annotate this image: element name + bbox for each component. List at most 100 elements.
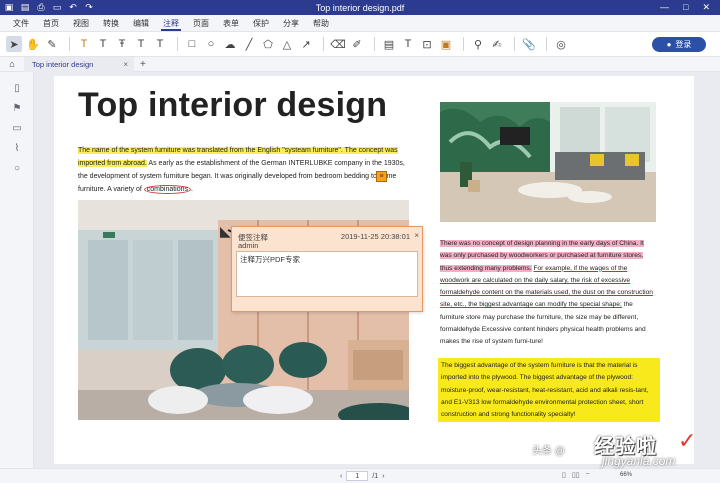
menu-bar: 文件 首页 视图 转换 编辑 注释 页面 表单 保护 分享 帮助: [0, 15, 720, 32]
menu-form[interactable]: 表单: [216, 15, 246, 32]
window-controls: — □ ✕: [660, 2, 720, 13]
polygon-icon[interactable]: ⬠: [260, 36, 276, 52]
note-author: admin: [238, 241, 259, 250]
toolbar-divider: [69, 37, 70, 51]
strikethrough-icon[interactable]: Ŧ: [114, 36, 130, 52]
menu-page[interactable]: 页面: [186, 15, 216, 32]
text-callout-icon[interactable]: ⊡: [419, 36, 435, 52]
login-button[interactable]: ● 登录: [652, 37, 706, 52]
menu-home[interactable]: 首页: [36, 15, 66, 32]
open-icon[interactable]: ▭: [52, 3, 62, 13]
zoom-out-icon[interactable]: −: [586, 471, 590, 479]
line-icon[interactable]: ╱: [241, 36, 257, 52]
stamp-icon[interactable]: ⚲: [470, 36, 486, 52]
sticky-note-popup[interactable]: ◣ 便签注释 admin 2019-11-25 20:38:01 × 注释万兴P…: [220, 223, 423, 312]
menu-comment[interactable]: 注释: [156, 15, 186, 32]
cloud-icon[interactable]: ☁: [222, 36, 238, 52]
redo-icon[interactable]: ↷: [84, 3, 94, 13]
note-date: 2019-11-25 20:38:01: [340, 232, 410, 241]
close-button[interactable]: ✕: [702, 2, 710, 13]
paragraph-1-end: .: [191, 186, 193, 193]
menu-convert[interactable]: 转换: [96, 15, 126, 32]
left-sidebar: ▯ ⚑ ▭ ⌇ ○: [0, 72, 34, 468]
undo-icon[interactable]: ↶: [68, 3, 78, 13]
minimize-button[interactable]: —: [660, 2, 669, 13]
tab-document[interactable]: Top interior design ×: [24, 56, 134, 72]
login-label: 登录: [675, 40, 692, 49]
save-icon[interactable]: ▤: [20, 3, 30, 13]
hand-icon[interactable]: ✋: [25, 36, 41, 52]
tab-bar: ⌂ Top interior design × +: [0, 56, 720, 72]
rectangle-icon[interactable]: □: [184, 36, 200, 52]
watermark: 头条 @ 经验啦 jingyanla.com ✓: [532, 428, 718, 472]
page-number-input[interactable]: 1: [346, 471, 369, 481]
toolbar-divider: [323, 37, 324, 51]
eraser-icon[interactable]: ⌫: [330, 36, 346, 52]
yellow-highlight-block[interactable]: The biggest advantage of the system furn…: [438, 358, 660, 422]
two-page-icon[interactable]: ▯▯: [572, 471, 580, 479]
checkmark-icon: ✓: [678, 428, 697, 453]
vertical-scrollbar[interactable]: [712, 72, 720, 468]
zoom-level[interactable]: 66%: [620, 472, 632, 478]
watermark-url: jingyanla.com: [602, 454, 676, 468]
sticky-note-icon[interactable]: ▣: [438, 36, 454, 52]
home-icon[interactable]: ⌂: [0, 57, 24, 72]
edit-icon[interactable]: ✎: [44, 36, 60, 52]
bookmark-icon[interactable]: ⚑: [0, 98, 34, 118]
toolbar-divider: [374, 37, 375, 51]
title-bar: ▣ ▤ ⎙ ▭ ↶ ↷ Top interior design.pdf — □ …: [0, 0, 720, 15]
maximize-button[interactable]: □: [683, 2, 688, 13]
print-icon[interactable]: ⎙: [36, 3, 46, 13]
quick-access: ▣ ▤ ⎙ ▭ ↶ ↷: [0, 3, 94, 13]
triangle-icon[interactable]: △: [279, 36, 295, 52]
search-icon[interactable]: ○: [0, 158, 34, 178]
menu-file[interactable]: 文件: [6, 15, 36, 32]
attachment-icon[interactable]: 📎: [521, 36, 537, 52]
circled-word[interactable]: combinations: [143, 185, 192, 194]
prev-page-icon[interactable]: ‹: [340, 473, 342, 480]
paragraph-1: The name of the system furniture was tra…: [78, 144, 408, 196]
document-heading: Top interior design: [78, 86, 388, 124]
pencil-icon[interactable]: ✐: [349, 36, 365, 52]
tab-close-icon[interactable]: ×: [123, 60, 128, 69]
comments-icon[interactable]: ▭: [0, 118, 34, 138]
tab-label: Top interior design: [32, 59, 94, 69]
attachments-icon[interactable]: ⌇: [0, 138, 34, 158]
next-page-icon[interactable]: ›: [382, 473, 384, 480]
sticky-note-marker[interactable]: ≡: [376, 171, 387, 182]
squiggly-icon[interactable]: T: [133, 36, 149, 52]
annotation-toolbar: ➤ ✋ ✎ T T Ŧ T T □ ○ ☁ ╱ ⬠ △ ↗ ⌫ ✐ ▤ T ⊡ …: [0, 32, 720, 57]
pin-icon: ◣: [220, 223, 231, 239]
toolbar-divider: [177, 37, 178, 51]
arrow-icon[interactable]: ↗: [298, 36, 314, 52]
toolbar-divider: [514, 37, 515, 51]
select-arrow-icon[interactable]: ➤: [6, 36, 22, 52]
text-icon[interactable]: T: [400, 36, 416, 52]
menu-protect[interactable]: 保护: [246, 15, 276, 32]
note-content-field[interactable]: 注释万兴PDF专家: [236, 251, 418, 297]
textbox-icon[interactable]: ▤: [381, 36, 397, 52]
menu-help[interactable]: 帮助: [306, 15, 336, 32]
app-logo-icon: ▣: [4, 2, 14, 12]
ellipse-icon[interactable]: ○: [203, 36, 219, 52]
menu-view[interactable]: 视图: [66, 15, 96, 32]
caret-icon[interactable]: T: [152, 36, 168, 52]
page-indicator: ‹ 1 /1 ›: [340, 471, 385, 481]
user-icon: ●: [666, 40, 672, 49]
thumbnails-icon[interactable]: ▯: [0, 78, 34, 98]
menu-share[interactable]: 分享: [276, 15, 306, 32]
single-page-icon[interactable]: ▯: [562, 471, 566, 479]
pdf-page: Top interior design The name of the syst…: [54, 76, 694, 464]
signature-icon[interactable]: ✍: [489, 36, 505, 52]
view-controls: ▯ ▯▯ −: [562, 471, 590, 479]
hide-comments-icon[interactable]: ◎: [553, 36, 569, 52]
toolbar-divider: [546, 37, 547, 51]
underline-icon[interactable]: T: [95, 36, 111, 52]
toolbar-divider: [463, 37, 464, 51]
highlight-icon[interactable]: T: [76, 36, 92, 52]
window-title: Top interior design.pdf: [315, 2, 405, 13]
note-close-icon[interactable]: ×: [414, 231, 419, 240]
menu-edit[interactable]: 编辑: [126, 15, 156, 32]
new-tab-icon[interactable]: +: [140, 59, 146, 70]
paragraph-2: There was no concept of design planning …: [440, 238, 656, 349]
